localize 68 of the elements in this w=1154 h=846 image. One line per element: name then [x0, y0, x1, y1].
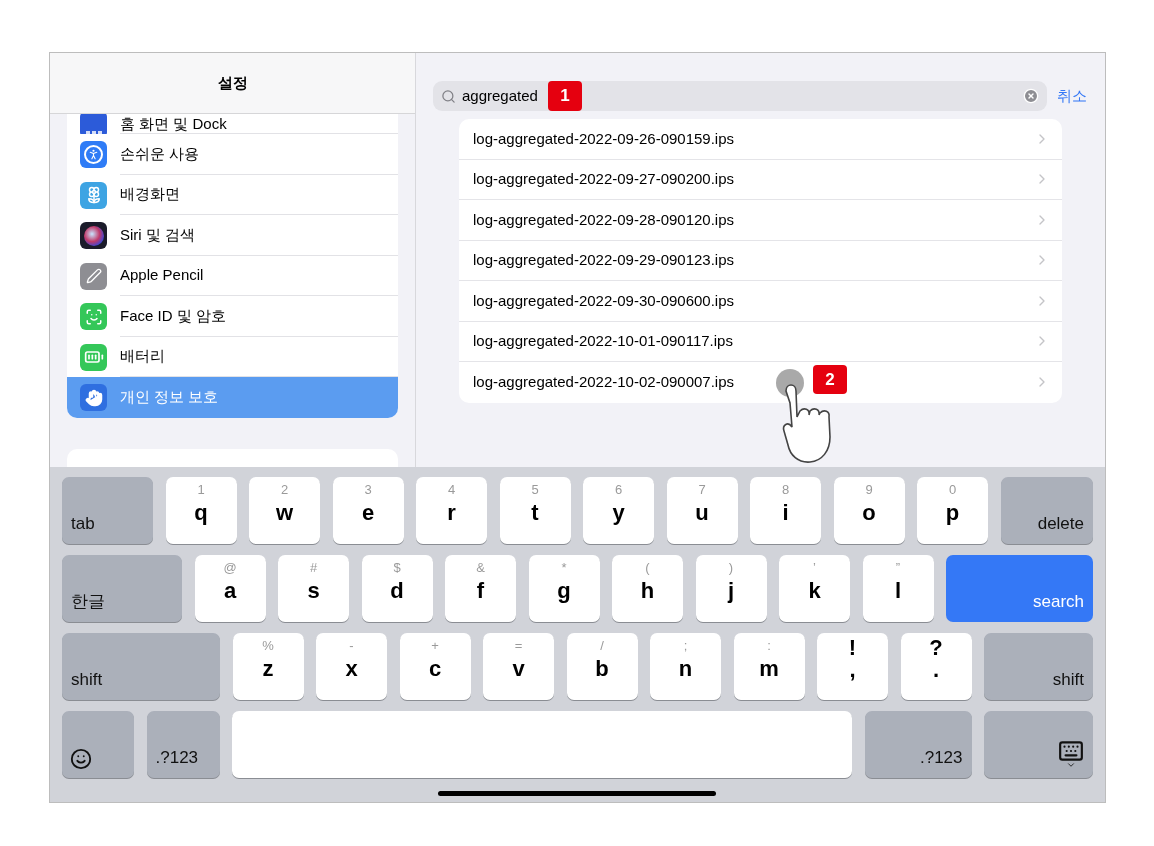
key[interactable]: 7 u: [666, 477, 738, 544]
settings-item[interactable]: 손쉬운 사용: [67, 134, 398, 175]
key[interactable]: 8 i: [750, 477, 821, 544]
search-icon: [441, 88, 456, 104]
key[interactable]: ! ,: [817, 633, 888, 700]
clear-icon[interactable]: [1023, 88, 1039, 104]
key[interactable]: + c: [399, 633, 471, 700]
key[interactable]: @ a: [194, 555, 266, 622]
battery-icon: [80, 343, 107, 371]
key[interactable]: shift: [62, 633, 220, 700]
key[interactable]: 2 w: [249, 477, 320, 544]
key[interactable]: % z: [232, 633, 304, 700]
key[interactable]: = v: [483, 633, 554, 700]
emoji-icon: [70, 748, 92, 770]
key[interactable]: .?123: [146, 711, 220, 778]
key[interactable]: .?123: [864, 711, 972, 778]
settings-item[interactable]: Apple Pencil: [67, 255, 398, 297]
key[interactable]: tab: [62, 477, 153, 544]
emoji-key[interactable]: [62, 711, 134, 778]
settings-item[interactable]: Face ID 및 암호: [67, 296, 398, 337]
face-id-icon: [80, 303, 107, 331]
key[interactable]: 9 o: [833, 477, 905, 544]
file-name-link[interactable]: log-aggregated-2022-09-29-090123.ips: [473, 249, 735, 272]
key[interactable]: / b: [566, 633, 638, 700]
file-name-link[interactable]: log-aggregated-2022-10-02-090007.ips: [473, 371, 735, 394]
file-name-link[interactable]: log-aggregated-2022-10-01-090117.ips: [473, 330, 733, 353]
key[interactable]: : m: [733, 633, 805, 700]
hand-icon: [80, 384, 107, 412]
key[interactable]: 0 p: [917, 477, 988, 544]
search-field[interactable]: aggregated 1: [433, 81, 1047, 111]
file-name-link[interactable]: log-aggregated-2022-09-26-090159.ips: [473, 127, 735, 150]
key[interactable]: 6 y: [583, 477, 654, 544]
siri-icon: [80, 222, 107, 250]
key[interactable]: ? .: [900, 633, 972, 700]
key[interactable]: 3 e: [332, 477, 404, 544]
key[interactable]: & f: [445, 555, 516, 622]
keyboard-icon: [1058, 738, 1084, 770]
key[interactable]: 5 t: [499, 477, 571, 544]
search-key[interactable]: search: [946, 555, 1093, 622]
key[interactable]: # s: [278, 555, 349, 622]
settings-item[interactable]: 배경화면: [67, 174, 398, 216]
settings-item[interactable]: 홈 화면 및 Dock: [67, 114, 398, 135]
hide-keyboard-key[interactable]: [984, 711, 1093, 778]
key[interactable]: $ d: [361, 555, 433, 622]
key[interactable]: 한글: [62, 555, 182, 622]
key[interactable]: * g: [528, 555, 600, 622]
pencil-icon: [80, 262, 107, 290]
file-name-link[interactable]: log-aggregated-2022-09-27-090200.ips: [473, 168, 735, 191]
step-badge: 2: [813, 365, 847, 394]
key[interactable]: ) j: [695, 555, 767, 622]
cancel-button[interactable]: 취소: [1057, 84, 1087, 108]
key[interactable]: ’ k: [779, 555, 850, 622]
key[interactable]: ; n: [650, 633, 721, 700]
flower-icon: [80, 181, 107, 209]
settings-item[interactable]: Siri 및 검색: [67, 215, 398, 256]
sidebar-title: 설정: [217, 72, 248, 93]
key[interactable]: - x: [316, 633, 387, 700]
key[interactable]: delete: [1000, 477, 1093, 544]
key[interactable]: ” l: [862, 555, 934, 622]
step-badge: 1: [547, 81, 582, 111]
key[interactable]: ( h: [612, 555, 683, 622]
accessibility-icon: [80, 141, 107, 169]
file-name-link[interactable]: log-aggregated-2022-09-30-090600.ips: [473, 289, 735, 312]
file-name-link[interactable]: log-aggregated-2022-09-28-090120.ips: [473, 208, 735, 231]
search-text: aggregated: [462, 85, 538, 106]
key[interactable]: 4 r: [416, 477, 487, 544]
key[interactable]: shift: [984, 633, 1093, 700]
key[interactable]: 1 q: [165, 477, 237, 544]
